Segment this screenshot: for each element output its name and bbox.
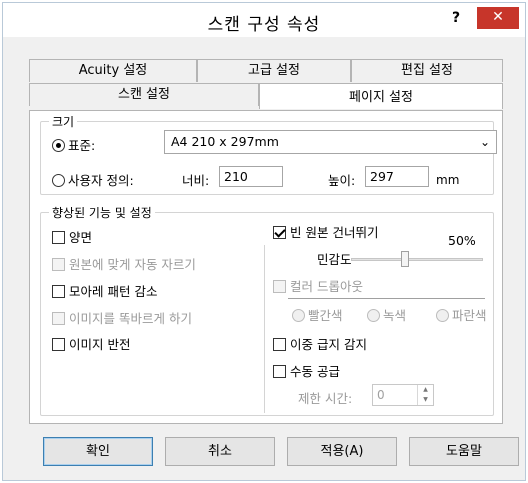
- title-bar: 스캔 구성 속성 ? ✕: [3, 3, 525, 37]
- color-dropout-checkbox[interactable]: 컬러 드롭아웃: [273, 276, 363, 295]
- radio-icon: [436, 309, 449, 322]
- height-label: 높이:: [328, 173, 356, 188]
- radio-selected-icon: [52, 139, 65, 152]
- paper-size-select[interactable]: A4 210 x 297mm ⌄: [164, 130, 497, 154]
- cancel-button[interactable]: 취소: [165, 437, 275, 466]
- radio-icon: [367, 309, 380, 322]
- spinner-down-icon[interactable]: ▼: [418, 395, 433, 405]
- timeout-spinner[interactable]: 0 ▲ ▼: [372, 384, 434, 406]
- checkbox-icon: [273, 365, 286, 378]
- manual-feed-label: 수동 공급: [290, 364, 340, 379]
- standard-label: 표준:: [68, 138, 96, 153]
- width-input[interactable]: 210: [219, 166, 283, 187]
- checkbox-icon: [52, 285, 65, 298]
- sensitivity-slider-track[interactable]: [351, 258, 483, 261]
- standard-radio[interactable]: 표준:: [52, 135, 95, 154]
- height-input[interactable]: 297: [365, 166, 429, 187]
- checkbox-icon: [52, 258, 65, 271]
- straighten-label: 이미지를 똑바르게 하기: [69, 311, 192, 326]
- checkbox-icon: [52, 338, 65, 351]
- manual-feed-checkbox[interactable]: 수동 공급: [273, 361, 340, 380]
- double-feed-label: 이중 급지 감지: [290, 337, 367, 352]
- tab-scan-settings[interactable]: 스캔 설정: [29, 83, 259, 106]
- dropout-green-radio[interactable]: 녹색: [367, 305, 406, 324]
- ok-button[interactable]: 확인: [43, 437, 153, 466]
- dropout-green-label: 녹색: [383, 308, 407, 323]
- features-group-legend: 향상된 기능 및 설정: [49, 204, 155, 221]
- scan-config-dialog: 스캔 구성 속성 ? ✕ Acuity 설정 고급 설정 편집 설정 스캔 설정…: [2, 2, 526, 481]
- straighten-checkbox[interactable]: 이미지를 똑바르게 하기: [52, 308, 192, 327]
- help-button[interactable]: 도움말: [409, 437, 519, 466]
- auto-crop-label: 원본에 맞게 자동 자르기: [69, 257, 196, 272]
- timeout-label: 제한 시간:: [298, 391, 353, 406]
- unit-label: mm: [436, 173, 460, 187]
- sensitivity-value: 50%: [448, 233, 476, 248]
- paper-size-value: A4 210 x 297mm: [171, 134, 279, 149]
- spinner-up-icon[interactable]: ▲: [418, 385, 433, 395]
- radio-unselected-icon: [52, 174, 65, 187]
- dropout-blue-radio[interactable]: 파란색: [436, 305, 487, 324]
- checkbox-icon: [52, 231, 65, 244]
- auto-crop-checkbox[interactable]: 원본에 맞게 자동 자르기: [52, 254, 196, 273]
- chevron-down-icon: ⌄: [479, 135, 490, 149]
- invert-label: 이미지 반전: [69, 337, 131, 352]
- duplex-checkbox[interactable]: 양면: [52, 227, 92, 246]
- width-label: 너비:: [182, 173, 210, 188]
- custom-label: 사용자 정의:: [68, 173, 134, 188]
- spinner-buttons: ▲ ▼: [417, 385, 433, 405]
- checkbox-icon: [52, 312, 65, 325]
- dropout-blue-label: 파란색: [452, 308, 487, 323]
- tab-edit-settings[interactable]: 편집 설정: [351, 59, 503, 82]
- skip-blank-label: 빈 원본 건너뛰기: [290, 225, 379, 240]
- sensitivity-label: 민감도: [317, 252, 352, 267]
- radio-icon: [292, 309, 305, 322]
- page-settings-panel: 크기 표준: A4 210 x 297mm ⌄ 사용자 정의: 너비: 210 …: [29, 110, 503, 424]
- sensitivity-slider-thumb[interactable]: [401, 251, 409, 267]
- tab-advanced-settings[interactable]: 고급 설정: [197, 59, 351, 82]
- dropout-separator: [288, 298, 485, 299]
- checkbox-icon: [273, 338, 286, 351]
- dropout-red-radio[interactable]: 빨간색: [292, 305, 343, 324]
- invert-checkbox[interactable]: 이미지 반전: [52, 334, 130, 353]
- apply-button[interactable]: 적용(A): [287, 437, 397, 466]
- timeout-value: 0: [377, 388, 385, 402]
- help-icon[interactable]: ?: [443, 7, 469, 29]
- moire-checkbox[interactable]: 모아레 패턴 감소: [52, 281, 157, 300]
- dialog-body: Acuity 설정 고급 설정 편집 설정 스캔 설정 페이지 설정 크기 표준…: [3, 37, 525, 480]
- size-group-legend: 크기: [49, 113, 78, 130]
- checkbox-icon: [273, 280, 286, 293]
- close-icon[interactable]: ✕: [477, 7, 519, 29]
- group-divider: [264, 245, 265, 413]
- duplex-label: 양면: [69, 230, 93, 245]
- color-dropout-label: 컬러 드롭아웃: [290, 279, 363, 294]
- tab-page-settings[interactable]: 페이지 설정: [259, 83, 503, 109]
- moire-label: 모아레 패턴 감소: [69, 284, 158, 299]
- custom-radio[interactable]: 사용자 정의:: [52, 170, 134, 189]
- checkmark-icon: [273, 226, 286, 239]
- dropout-red-label: 빨간색: [308, 308, 343, 323]
- double-feed-checkbox[interactable]: 이중 급지 감지: [273, 334, 367, 353]
- skip-blank-checkbox[interactable]: 빈 원본 건너뛰기: [273, 222, 378, 241]
- tab-acuity-settings[interactable]: Acuity 설정: [29, 59, 197, 82]
